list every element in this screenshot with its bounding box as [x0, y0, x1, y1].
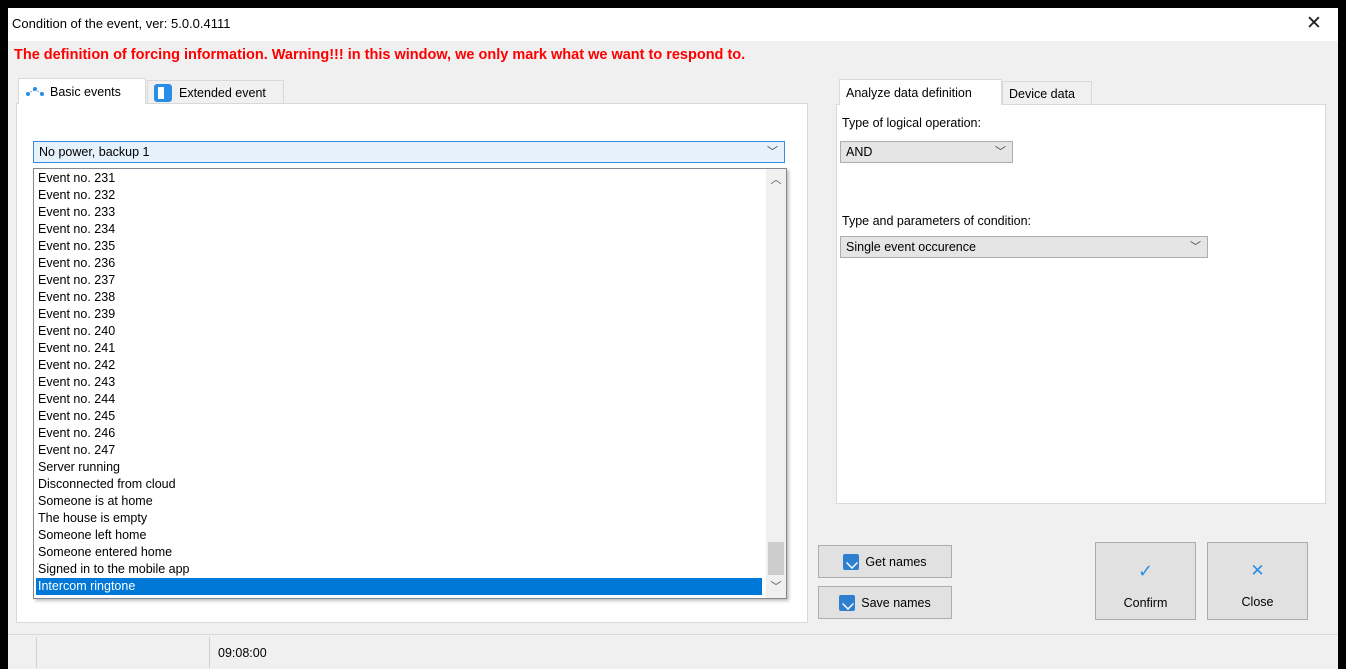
status-bar: 09:08:00 — [8, 634, 1338, 669]
logical-operation-label: Type of logical operation: — [842, 116, 981, 130]
list-item[interactable]: Intercom ringtone — [36, 578, 762, 595]
dialog-window: Condition of the event, ver: 5.0.0.4111 … — [8, 8, 1338, 669]
tab-extended-event-label: Extended event — [179, 85, 266, 100]
get-names-label: Get names — [865, 554, 927, 569]
confirm-label: Confirm — [1123, 595, 1168, 610]
event-select[interactable]: No power, backup 1 ﹀ — [33, 141, 785, 163]
list-item[interactable]: Event no. 240 — [36, 323, 762, 340]
list-item[interactable]: Event no. 233 — [36, 204, 762, 221]
tab-analyze-data-definition[interactable]: Analyze data definition — [839, 79, 1002, 105]
scroll-down-arrow-icon[interactable]: ﹀ — [766, 578, 786, 596]
status-time: 09:08:00 — [218, 646, 267, 660]
list-item[interactable]: Event no. 243 — [36, 374, 762, 391]
tab-device-data-label: Device data — [1009, 86, 1076, 101]
condition-select[interactable]: Single event occurence ﹀ — [840, 236, 1208, 258]
save-names-label: Save names — [861, 595, 931, 610]
list-item[interactable]: Event no. 246 — [36, 425, 762, 442]
panel-icon — [154, 83, 172, 102]
get-names-button[interactable]: Get names — [818, 545, 952, 578]
list-item[interactable]: Event no. 247 — [36, 442, 762, 459]
list-item[interactable]: Event no. 241 — [36, 340, 762, 357]
event-select-value: No power, backup 1 — [39, 145, 150, 159]
list-item[interactable]: Signed in to the mobile app — [36, 561, 762, 578]
tab-device-data[interactable]: Device data — [1002, 81, 1092, 105]
list-item[interactable]: Event no. 232 — [36, 187, 762, 204]
chevron-down-icon: ﹀ — [995, 146, 1006, 158]
tab-analyze-label: Analyze data definition — [846, 85, 972, 100]
list-item[interactable]: The house is empty — [36, 510, 762, 527]
warning-message: The definition of forcing information. W… — [14, 47, 746, 63]
list-item[interactable]: Someone left home — [36, 527, 762, 544]
list-item[interactable]: Event no. 235 — [36, 238, 762, 255]
tab-basic-events-label: Basic events — [50, 84, 121, 99]
nodes-icon — [26, 86, 44, 96]
close-button[interactable]: ✕ Close — [1207, 542, 1308, 620]
list-item[interactable]: Event no. 238 — [36, 289, 762, 306]
event-dropdown-list[interactable]: Event no. 231 Event no. 232 Event no. 233 E… — [33, 168, 787, 599]
list-item[interactable]: Server running — [36, 459, 762, 476]
tab-basic-events[interactable]: Basic events — [18, 78, 146, 104]
status-divider — [36, 637, 37, 668]
list-item[interactable]: Event no. 234 — [36, 221, 762, 238]
confirm-button[interactable]: ✓ Confirm — [1095, 542, 1196, 620]
scrollbar-thumb[interactable] — [768, 542, 784, 575]
logical-operation-select[interactable]: AND ﹀ — [840, 141, 1013, 163]
list-item[interactable]: Event no. 237 — [36, 272, 762, 289]
list-item[interactable]: Event no. 236 — [36, 255, 762, 272]
condition-label: Type and parameters of condition: — [842, 214, 1032, 228]
checkmark-icon: ✓ — [1137, 560, 1154, 581]
list-item[interactable]: Disconnected from cloud — [36, 476, 762, 493]
save-names-button[interactable]: Save names — [818, 586, 952, 619]
list-scrollbar[interactable]: ︿ ﹀ — [766, 169, 786, 598]
close-label: Close — [1241, 595, 1274, 609]
list-item[interactable]: Event no. 239 — [36, 306, 762, 323]
logical-operation-value: AND — [846, 145, 873, 159]
window-title: Condition of the event, ver: 5.0.0.4111 — [12, 16, 231, 31]
chevron-down-icon: ﹀ — [1190, 241, 1201, 253]
document-edit-icon — [843, 553, 860, 570]
chevron-down-icon: ﹀ — [767, 146, 778, 158]
status-divider — [209, 637, 210, 668]
analyze-panel — [836, 104, 1326, 504]
condition-value: Single event occurence — [846, 240, 976, 254]
window-close-icon[interactable]: ✕ — [1294, 11, 1334, 37]
list-item[interactable]: Event no. 245 — [36, 408, 762, 425]
document-edit-icon — [839, 594, 856, 611]
list-item[interactable]: Someone is at home — [36, 493, 762, 510]
list-item[interactable]: Event no. 244 — [36, 391, 762, 408]
close-icon: ✕ — [1250, 561, 1265, 580]
scroll-up-arrow-icon[interactable]: ︿ — [766, 171, 786, 189]
list-item[interactable]: Someone entered home — [36, 544, 762, 561]
list-item[interactable]: Event no. 242 — [36, 357, 762, 374]
tab-extended-event[interactable]: Extended event — [147, 80, 284, 104]
title-bar: Condition of the event, ver: 5.0.0.4111 … — [8, 8, 1338, 41]
list-item[interactable]: Event no. 231 — [36, 170, 762, 187]
